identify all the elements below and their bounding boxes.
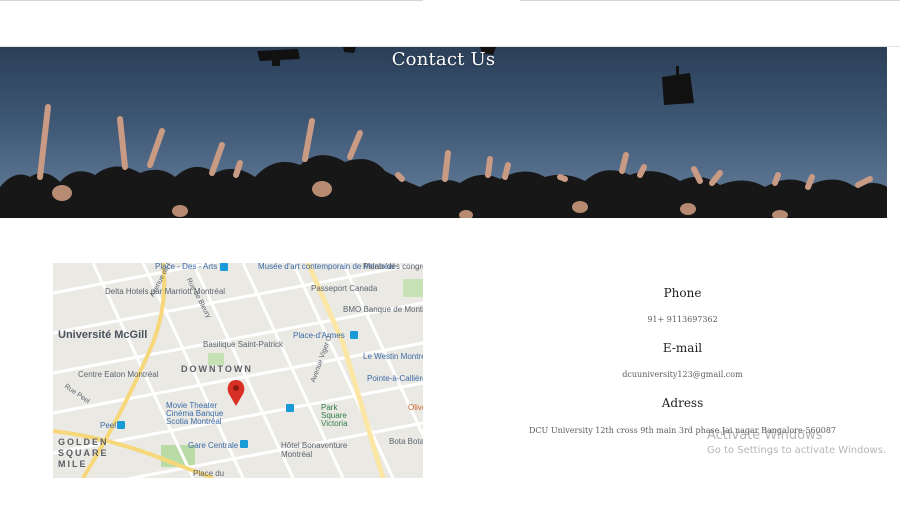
map-label: Place du <box>193 469 225 478</box>
top-navbar <box>0 0 900 47</box>
map-label: Place-d'Armes <box>293 331 345 340</box>
graduate-crowd <box>0 155 887 218</box>
map-label: Bota Bota <box>389 437 423 446</box>
address-heading: Adress <box>661 396 704 410</box>
page-title: Contact Us <box>391 49 496 70</box>
map-label: Palais des congrès de Montréal <box>363 263 423 271</box>
graduates-illustration <box>0 47 887 218</box>
map-label: Le Westin Montréal <box>363 352 423 361</box>
watermark-title: Activate Windows <box>707 428 823 443</box>
map-label: GOLDEN SQUARE MILE <box>58 437 109 469</box>
map-label: DOWNTOWN <box>181 364 253 374</box>
navbar-divider-left <box>0 0 423 1</box>
email-value: dcuuniversity123@gmail.com <box>622 370 743 379</box>
map-label: Peel <box>100 421 117 430</box>
phone-heading: Phone <box>663 286 702 300</box>
map-label: Centre Eaton Montréal <box>78 370 159 379</box>
navbar-divider-right <box>520 0 900 1</box>
map-label: Olive <box>408 403 423 412</box>
park-area <box>403 279 423 297</box>
map-label: Hôtel Bonaventure Montréal <box>281 441 348 459</box>
map-label: Delta Hotels par Marriott Montréal <box>105 287 226 296</box>
map-label: Gare Centrale <box>188 441 239 450</box>
windows-activation-watermark: Activate Windows Go to Settings to activ… <box>707 428 886 456</box>
email-heading: E-mail <box>662 341 703 355</box>
map-label: Movie Theater Cinéma Banque Scotia Montr… <box>166 401 224 426</box>
phone-value: 91+ 9113697362 <box>647 315 718 324</box>
map-label: BMO Banque de Montréal <box>343 305 423 314</box>
map-label: Université McGill <box>58 329 148 341</box>
hero-banner: Contact Us <box>0 47 887 218</box>
map-label: Basilique Saint-Patrick <box>203 340 284 349</box>
map-label: Park Square Victoria <box>321 403 348 428</box>
location-map[interactable]: Place - Des - Arts Musée d'art contempor… <box>53 263 423 478</box>
map-label: Passeport Canada <box>311 284 378 293</box>
map-label: Pointe-à-Callière <box>367 374 423 383</box>
watermark-subtitle: Go to Settings to activate Windows. <box>707 445 887 456</box>
